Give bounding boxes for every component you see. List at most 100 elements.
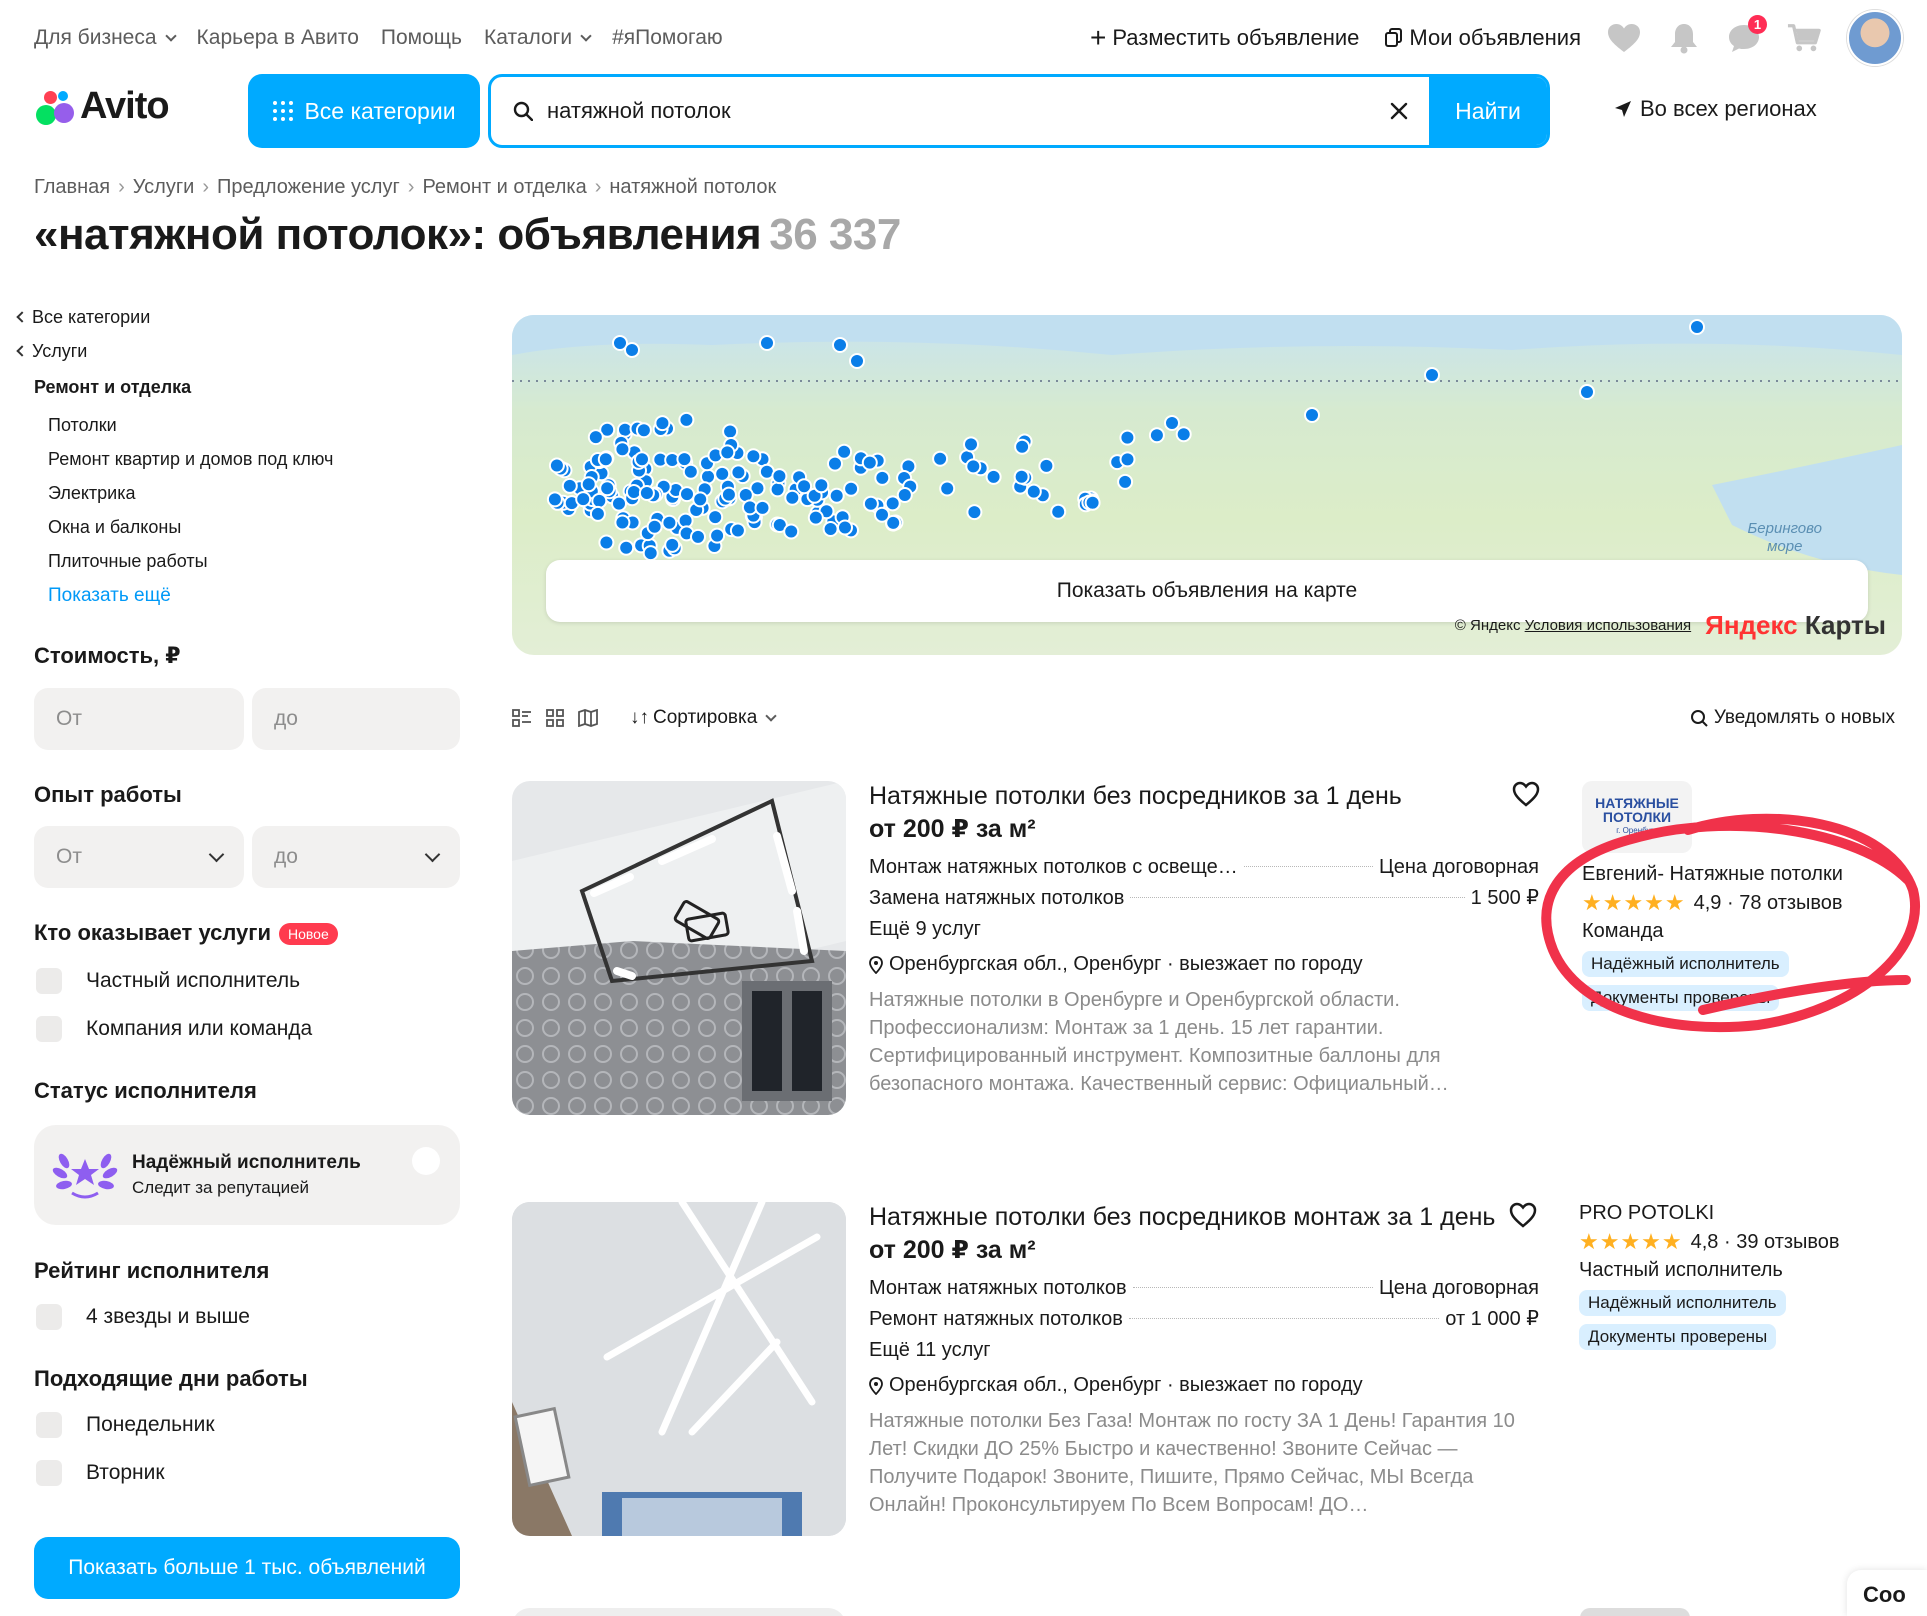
experience-from-select[interactable]: От — [34, 826, 244, 888]
cookie-banner[interactable]: Coo — [1847, 1570, 1927, 1616]
sort-dropdown[interactable]: ↓↑ Сортировка — [630, 707, 777, 729]
reliable-performer-toggle-card[interactable]: Надёжный исполнитель Следит за репутацие… — [34, 1125, 460, 1225]
notify-new-button[interactable]: Уведомлять о новых — [1690, 707, 1895, 729]
subcategory-item[interactable]: Электрика — [48, 476, 458, 510]
listing-card[interactable]: Натяжные потолки без посредников монтаж … — [512, 1202, 1902, 1542]
back-all-categories[interactable]: Все категории — [16, 300, 458, 334]
workday-option[interactable]: Понедельник — [36, 1412, 215, 1438]
checkbox[interactable] — [36, 1412, 62, 1438]
notifications-button[interactable] — [1667, 21, 1701, 55]
seller-block: НАТЯЖНЫЕ ПОТОЛКИ г. Оренбург Евгений- Натя… — [1582, 781, 1902, 1011]
next-listing-photo — [512, 1608, 846, 1616]
favorites-button[interactable] — [1607, 21, 1641, 55]
checkbox[interactable] — [36, 1460, 62, 1486]
map-marker — [965, 458, 982, 475]
listing-photo[interactable] — [512, 781, 846, 1115]
heart-outline-icon — [1512, 781, 1540, 807]
seller-logo[interactable]: НАТЯЖНЫЕ ПОТОЛКИ г. Оренбург — [1582, 781, 1692, 853]
grid-view-icon[interactable] — [546, 709, 564, 727]
map-terms-link[interactable]: Условия использования — [1525, 617, 1692, 634]
map-marker — [625, 484, 642, 500]
avito-logo[interactable]: Avito — [34, 85, 170, 128]
search-submit-button[interactable]: Найти — [1429, 77, 1547, 145]
status-card-title: Надёжный исполнитель — [132, 1152, 361, 1173]
provider-option-private[interactable]: Частный исполнитель — [36, 968, 300, 994]
breadcrumb-item[interactable]: Главная — [34, 176, 110, 199]
chevron-left-icon — [16, 345, 28, 357]
region-selector[interactable]: Во всех регионах — [1614, 96, 1817, 122]
favorite-button[interactable] — [1509, 1202, 1539, 1232]
next-seller-logo — [1580, 1608, 1690, 1616]
listing-card[interactable]: Натяжные потолки без посредников за 1 де… — [512, 781, 1902, 1121]
yandex-maps-logo: Яндекс Карты — [1705, 610, 1886, 640]
breadcrumb-item[interactable]: Ремонт и отделка — [422, 176, 586, 199]
career-link[interactable]: Карьера в Авито — [197, 26, 359, 50]
price-from-input[interactable]: От — [34, 688, 244, 750]
results-toolbar: ↓↑ Сортировка Уведомлять о новых — [512, 702, 1895, 734]
reliable-badge: Надёжный исполнитель — [1579, 1290, 1786, 1316]
listing-info: Натяжные потолки без посредников за 1 де… — [869, 781, 1539, 1098]
map-marker — [575, 491, 592, 508]
seller-name[interactable]: PRO POTOLKI — [1579, 1202, 1899, 1225]
service-row: Монтаж натяжных потолков Цена договорная — [869, 1277, 1539, 1299]
map-marker — [1689, 319, 1705, 335]
breadcrumb-item[interactable]: Услуги — [133, 176, 195, 199]
workdays-filter-title: Подходящие дни работы — [34, 1366, 308, 1391]
map-view-icon[interactable] — [578, 709, 598, 727]
seller-name[interactable]: Евгений- Натяжные потолки — [1582, 863, 1902, 886]
checkbox[interactable] — [36, 968, 62, 994]
subcategory-item[interactable]: Окна и балконы — [48, 510, 458, 544]
map-marker — [598, 534, 615, 551]
subcategory-item[interactable]: Плиточные работы — [48, 544, 458, 578]
post-ad-link[interactable]: + Разместить объявление — [1090, 24, 1359, 52]
avatar[interactable] — [1847, 10, 1903, 66]
provider-option-company[interactable]: Компания или команда — [36, 1016, 312, 1042]
subcategory-item[interactable]: Ремонт квартир и домов под ключ — [48, 442, 458, 476]
map-marker — [646, 518, 663, 535]
price-to-input[interactable]: до — [252, 688, 460, 750]
seller-rating[interactable]: ★★★★★ 4,8 · 39 отзывов — [1579, 1229, 1899, 1255]
map-marker — [624, 342, 640, 358]
cart-button[interactable] — [1787, 21, 1821, 55]
all-categories-button[interactable]: Все категории — [248, 74, 480, 148]
search-input[interactable]: натяжной потолок — [491, 77, 1369, 145]
clear-search-button[interactable] — [1369, 102, 1429, 120]
sidebar-categories: Все категории Услуги Ремонт и отделка По… — [16, 300, 458, 614]
catalogs-menu[interactable]: Каталоги — [484, 26, 592, 50]
map-marker — [1304, 407, 1320, 423]
listing-location: Оренбургская обл., Оренбург · выезжает п… — [869, 1374, 1539, 1397]
messages-button[interactable]: 1 — [1727, 15, 1767, 55]
business-menu[interactable]: Для бизнеса — [34, 26, 177, 50]
seller-rating[interactable]: ★★★★★ 4,9 · 78 отзывов — [1582, 890, 1902, 916]
breadcrumb-separator: › — [407, 176, 415, 198]
workday-option[interactable]: Вторник — [36, 1460, 165, 1486]
help-tag-link[interactable]: #яПомогаю — [612, 26, 723, 50]
listing-title[interactable]: Натяжные потолки без посредников монтаж … — [869, 1202, 1539, 1233]
checkbox[interactable] — [36, 1304, 62, 1330]
experience-to-select[interactable]: до — [252, 826, 460, 888]
help-link[interactable]: Помощь — [381, 26, 462, 50]
favorite-button[interactable] — [1512, 781, 1542, 811]
listing-photo[interactable] — [512, 1202, 846, 1536]
my-ads-link[interactable]: Мои объявления — [1385, 25, 1581, 51]
bell-icon — [1671, 24, 1697, 54]
listing-title[interactable]: Натяжные потолки без посредников за 1 де… — [869, 781, 1539, 812]
map-preview[interactable]: Берингово море Показать объявления на кар… — [512, 315, 1902, 655]
messages-badge: 1 — [1748, 15, 1767, 34]
status-toggle[interactable] — [412, 1147, 440, 1175]
map-marker — [580, 476, 597, 493]
breadcrumb-item[interactable]: Предложение услуг — [217, 176, 400, 199]
list-view-icon[interactable] — [512, 709, 532, 727]
chevron-left-icon — [16, 311, 28, 323]
back-services[interactable]: Услуги — [16, 334, 458, 368]
map-marker — [614, 441, 631, 458]
verified-docs-badge: Документы проверены — [1579, 1324, 1777, 1350]
map-marker — [754, 499, 771, 516]
subcategory-item[interactable]: Потолки — [48, 408, 458, 442]
rating-option[interactable]: 4 звезды и выше — [36, 1304, 250, 1330]
checkbox[interactable] — [36, 1016, 62, 1042]
show-more-categories-link[interactable]: Показать ещё — [48, 578, 458, 614]
show-more-results-button[interactable]: Показать больше 1 тыс. объявлений — [34, 1537, 460, 1599]
more-services-link[interactable]: Ещё 11 услуг — [869, 1335, 1539, 1366]
more-services-link[interactable]: Ещё 9 услуг — [869, 914, 1539, 945]
